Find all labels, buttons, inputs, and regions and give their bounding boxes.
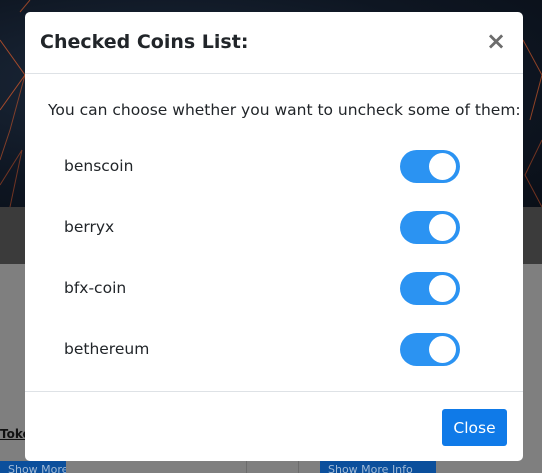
coin-name: benscoin: [64, 157, 134, 175]
modal-body: You can choose whether you want to unche…: [25, 74, 523, 391]
background-show-more-button: Show More Info: [0, 461, 66, 473]
modal-title: Checked Coins List:: [40, 31, 249, 53]
coin-toggle-switch[interactable]: [400, 333, 460, 366]
coin-name: berryx: [64, 218, 115, 236]
coin-row: berryx: [64, 211, 460, 245]
toggle-knob: [429, 275, 456, 302]
checked-coins-modal: Checked Coins List: × You can choose whe…: [25, 12, 523, 461]
coin-row: benscoin: [64, 150, 460, 184]
close-icon[interactable]: ×: [485, 28, 507, 54]
background-show-more-button: Show More Info: [320, 461, 436, 473]
close-button[interactable]: Close: [442, 409, 507, 446]
coin-row: bethereum: [64, 333, 460, 367]
modal-footer: Close: [25, 391, 523, 461]
coin-toggle-switch[interactable]: [400, 150, 460, 183]
coin-name: bfx-coin: [64, 279, 127, 297]
toggle-knob: [429, 153, 456, 180]
coin-toggle-switch[interactable]: [400, 272, 460, 305]
modal-intro-text: You can choose whether you want to unche…: [48, 101, 521, 119]
modal-header: Checked Coins List: ×: [25, 12, 523, 74]
toggle-knob: [429, 336, 456, 363]
coin-row: bfx-coin: [64, 272, 460, 306]
page: Toke Show More Info Show More Info Check…: [0, 0, 542, 473]
coin-name: bethereum: [64, 340, 150, 358]
coin-toggle-switch[interactable]: [400, 211, 460, 244]
toggle-knob: [429, 214, 456, 241]
